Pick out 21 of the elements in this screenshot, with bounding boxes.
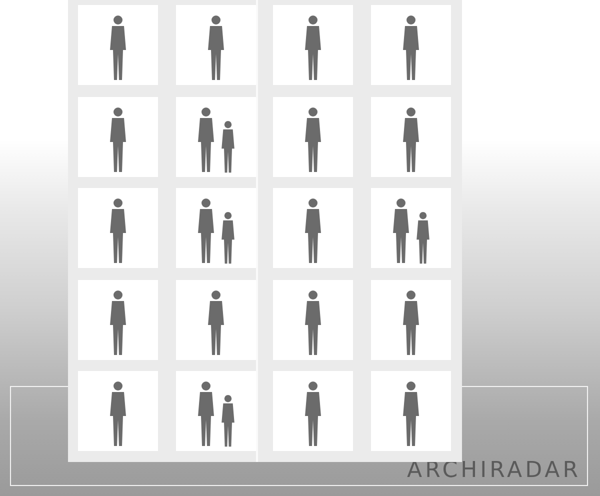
photo-placeholder[interactable]: [78, 280, 158, 360]
photo-placeholder[interactable]: [370, 188, 450, 268]
photo-placeholder[interactable]: [273, 188, 353, 268]
photo-placeholder[interactable]: [370, 280, 450, 360]
photo-placeholder[interactable]: [370, 96, 450, 176]
photo-placeholder[interactable]: [78, 5, 158, 85]
photo-placeholder[interactable]: [176, 371, 256, 451]
photo-placeholder[interactable]: [273, 96, 353, 176]
photo-placeholder[interactable]: [176, 5, 256, 85]
photo-placeholder[interactable]: [370, 5, 450, 85]
photo-placeholder[interactable]: [176, 280, 256, 360]
photo-placeholder[interactable]: [78, 371, 158, 451]
photo-placeholder[interactable]: [273, 280, 353, 360]
photo-placeholder[interactable]: [273, 5, 353, 85]
photo-placeholder[interactable]: [78, 96, 158, 176]
logo-text: ARCHIRADAR: [407, 458, 581, 483]
photo-placeholder[interactable]: [78, 188, 158, 268]
photo-placeholder[interactable]: [370, 371, 450, 451]
photo-placeholder[interactable]: [176, 188, 256, 268]
photo-placeholder[interactable]: [176, 96, 256, 176]
photo-placeholder[interactable]: [273, 371, 353, 451]
